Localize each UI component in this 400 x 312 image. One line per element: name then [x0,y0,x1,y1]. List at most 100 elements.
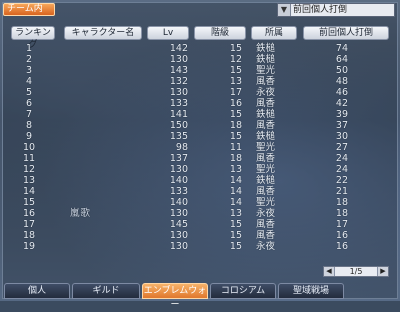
table-row[interactable]: 19 130 15 永夜 16 [0,241,400,252]
score-cell: 27 [335,142,348,153]
score-cell: 16 [335,241,348,252]
lv-cell: 137 [169,153,188,164]
score-cell: 50 [335,65,348,76]
column-header-name[interactable]: キャラクター名 [64,26,142,40]
tier-cell: 12 [229,54,242,65]
table-row[interactable]: 6 133 16 風香 42 [0,98,400,109]
rank-cell: 11 [22,153,36,164]
ranking-type-selected: 前回個人打倒 [293,5,348,15]
rank-cell: 6 [25,98,33,109]
score-cell: 64 [335,54,348,65]
table-row[interactable]: 12 130 13 聖光 24 [0,164,400,175]
column-header-tier[interactable]: 階級 [194,26,246,40]
lv-cell: 150 [169,120,188,131]
rank-cell: 9 [25,131,33,142]
score-cell: 18 [335,208,348,219]
tier-cell: 17 [229,87,242,98]
tier-cell: 15 [229,241,242,252]
affiliation-cell: 永夜 [256,241,276,252]
score-cell: 22 [335,175,348,186]
tier-cell: 14 [229,186,242,197]
table-row[interactable]: 10 98 11 聖光 27 [0,142,400,153]
rank-cell: 4 [25,76,33,87]
tier-cell: 14 [229,197,242,208]
tier-cell: 15 [229,109,242,120]
column-header-rank[interactable]: ランキング [11,26,55,50]
score-cell: 30 [335,131,348,142]
rank-cell: 14 [22,186,36,197]
table-row[interactable]: 13 140 14 鉄槌 22 [0,175,400,186]
affiliation-cell: 風香 [256,186,276,197]
ranking-type-select[interactable]: ▼ 前回個人打倒 [277,3,395,17]
lv-cell: 141 [169,109,188,120]
table-row[interactable]: 14 133 14 風香 21 [0,186,400,197]
lv-cell: 133 [169,98,188,109]
affiliation-cell: 聖光 [256,65,276,76]
tab-guild[interactable]: ギルド [72,283,140,299]
score-cell: 37 [335,120,348,131]
rank-cell: 2 [25,54,33,65]
affiliation-cell: 風香 [256,120,276,131]
tab-personal[interactable]: 個人 [4,283,70,299]
affiliation-cell: 聖光 [256,164,276,175]
tier-cell: 15 [229,131,242,142]
score-cell: 24 [335,153,348,164]
rank-cell: 3 [25,65,33,76]
page-indicator: 1/5 [349,267,363,276]
tab-sanctuary-battlefield[interactable]: 聖域戦場 [278,283,344,299]
affiliation-cell: 鉄槌 [256,43,276,54]
affiliation-cell: 永夜 [256,87,276,98]
table-row[interactable]: 1 142 15 鉄槌 74 [0,43,400,54]
affiliation-cell: 風香 [256,98,276,109]
lv-cell: 135 [169,131,188,142]
chevron-down-icon[interactable]: ▼ [278,4,291,16]
rank-cell: 12 [22,164,36,175]
table-row[interactable]: 4 132 13 風香 48 [0,76,400,87]
tab-emblem-war[interactable]: エンブレムウォー [142,283,208,310]
column-header-lv[interactable]: Lv [147,26,189,40]
score-cell: 48 [335,76,348,87]
table-row[interactable]: 11 137 18 風香 24 [0,153,400,164]
next-page-button[interactable]: ▶ [377,267,388,276]
score-cell: 42 [335,98,348,109]
score-cell: 24 [335,164,348,175]
lv-cell: 130 [169,230,188,241]
column-header-score[interactable]: 前回個人打倒 [303,26,389,40]
score-cell: 16 [335,230,348,241]
score-cell: 18 [335,197,348,208]
rank-cell: 18 [22,230,36,241]
lv-cell: 140 [169,197,188,208]
column-header-affiliation[interactable]: 所属 [251,26,297,40]
affiliation-cell: 聖光 [256,142,276,153]
tier-cell: 15 [229,43,242,54]
lv-cell: 143 [169,65,188,76]
table-row[interactable]: 7 141 15 鉄槌 39 [0,109,400,120]
affiliation-cell: 鉄槌 [256,175,276,186]
tier-cell: 13 [229,208,242,219]
affiliation-cell: 永夜 [256,208,276,219]
tier-cell: 15 [229,230,242,241]
tab-colosseum[interactable]: コロシアム [210,283,276,299]
lv-cell: 130 [169,54,188,65]
table-row[interactable]: 17 145 15 風香 17 [0,219,400,230]
rank-cell: 13 [22,175,36,186]
table-row[interactable]: 2 130 12 鉄槌 64 [0,54,400,65]
table-row[interactable]: 5 130 17 永夜 46 [0,87,400,98]
tier-cell: 13 [229,164,242,175]
rank-cell: 8 [25,120,33,131]
table-row[interactable]: 3 143 15 聖光 50 [0,65,400,76]
table-row[interactable]: 9 135 15 鉄槌 30 [0,131,400,142]
tier-cell: 13 [229,76,242,87]
window-title: チーム内 [3,3,55,16]
tier-cell: 16 [229,98,242,109]
table-row[interactable]: 18 130 15 風香 16 [0,230,400,241]
table-row[interactable]: 15 140 14 聖光 18 [0,197,400,208]
rank-cell: 10 [22,142,36,153]
rank-cell: 7 [25,109,33,120]
score-cell: 21 [335,186,348,197]
table-row[interactable]: 16 嵐歌 130 13 永夜 18 [0,208,400,219]
affiliation-cell: 鉄槌 [256,54,276,65]
tier-cell: 11 [229,142,242,153]
table-row[interactable]: 8 150 18 風香 37 [0,120,400,131]
rank-cell: 19 [22,241,36,252]
